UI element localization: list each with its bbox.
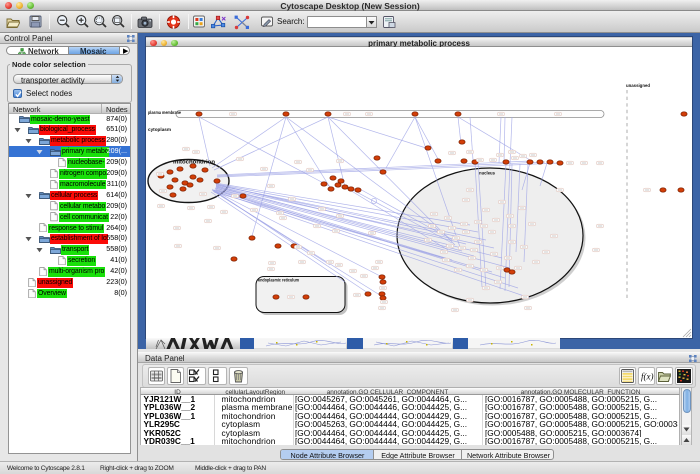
svg-text:cytoplasm: cytoplasm (148, 127, 171, 133)
svg-text:nucleus: nucleus (479, 171, 496, 176)
svg-text:f(x): f(x) (641, 372, 654, 382)
svg-text:endoplasmic reticulum: endoplasmic reticulum (258, 278, 299, 284)
svg-text:unassigned: unassigned (626, 83, 650, 89)
svg-text:plasma membrane: plasma membrane (148, 110, 181, 116)
